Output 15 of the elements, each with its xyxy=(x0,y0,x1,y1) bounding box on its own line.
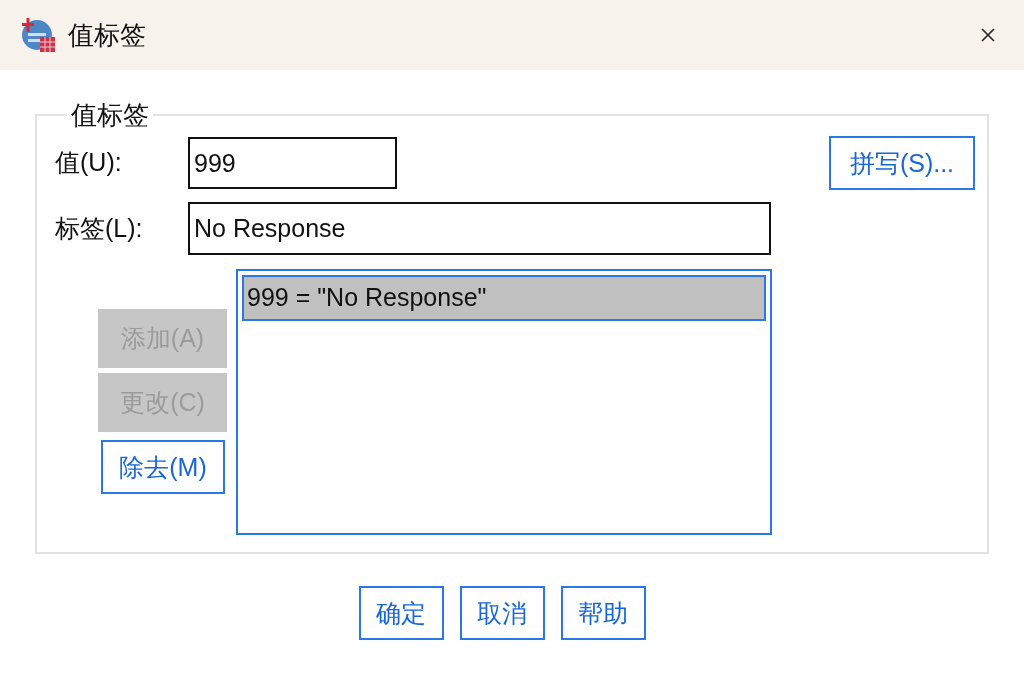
dialog-button[interactable]: 拼写(S)... xyxy=(829,136,975,190)
window-title: 值标签 xyxy=(68,18,146,52)
field-label: 标签(L): xyxy=(55,212,144,244)
list-item[interactable]: 999 = "No Response" xyxy=(242,275,766,321)
value-field[interactable]: 999 xyxy=(188,137,397,189)
dialog-button[interactable]: 取消 xyxy=(459,586,545,640)
dialog-button[interactable]: 除去(M) xyxy=(101,440,225,494)
field-label: 值(U): xyxy=(55,147,123,179)
value-list[interactable]: 999 = "No Response" xyxy=(236,269,772,535)
group-title: 值标签 xyxy=(70,102,150,128)
label-field[interactable]: No Response xyxy=(188,202,771,255)
app-icon xyxy=(20,17,56,53)
close-icon[interactable] xyxy=(980,27,996,43)
dialog-button[interactable]: 帮助 xyxy=(560,586,646,640)
dialog-button[interactable]: 确定 xyxy=(358,586,444,640)
